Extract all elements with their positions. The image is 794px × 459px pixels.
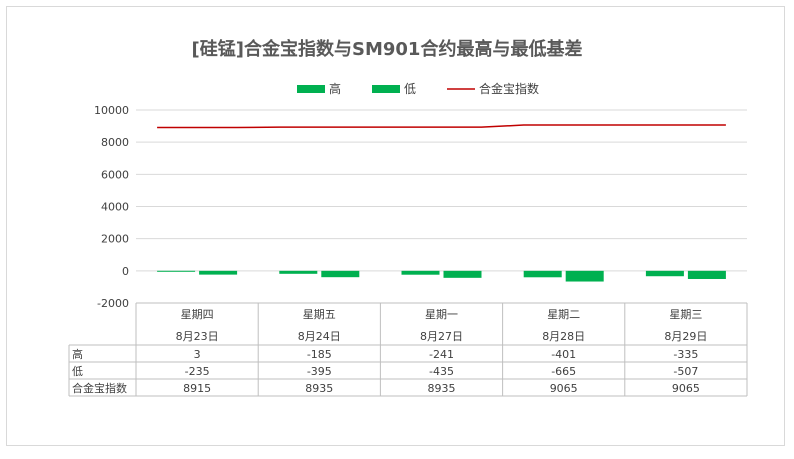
index-line	[157, 124, 726, 129]
x-tick-weekday: 星期一	[425, 308, 458, 321]
y-tick-label: 10000	[94, 104, 129, 117]
bar-low-4	[565, 270, 604, 282]
x-tick-date: 8月24日	[298, 330, 341, 343]
bar-low-3	[443, 270, 482, 278]
data-label: 8915	[183, 382, 211, 395]
y-tick-label: 4000	[101, 201, 129, 214]
x-tick-date: 8月28日	[542, 330, 585, 343]
table-row-label: 合金宝指数	[72, 381, 127, 395]
gridlines	[136, 109, 747, 272]
chart-svg: [硅锰]合金宝指数与SM901合约最高与最低基差 高低合金宝指数 1000080…	[68, 38, 748, 397]
table-row-label: 高	[72, 347, 83, 361]
x-tick-date: 8月29日	[664, 330, 707, 343]
legend-label-1: 高	[329, 81, 341, 96]
data-label: 8935	[428, 382, 456, 395]
data-label: 9065	[672, 382, 700, 395]
bar-low-2	[321, 270, 360, 278]
x-tick-date: 8月27日	[420, 330, 463, 343]
bar-high-5	[645, 270, 684, 277]
chart-title: [硅锰]合金宝指数与SM901合约最高与最低基差	[192, 38, 583, 60]
data-label: -435	[429, 365, 454, 378]
data-label: 8935	[305, 382, 333, 395]
bar-high-2	[279, 270, 318, 274]
bar-low-1	[199, 270, 238, 275]
bar-high-1	[157, 270, 196, 272]
x-tick-weekday: 星期三	[669, 308, 702, 321]
bars	[157, 270, 726, 282]
data-label: 3	[194, 348, 201, 361]
legend-swatch-1	[297, 85, 325, 93]
legend-swatch-2	[372, 85, 400, 93]
data-label: -507	[673, 365, 698, 378]
data-label: -185	[307, 348, 332, 361]
data-label: 9065	[550, 382, 578, 395]
data-label: -335	[673, 348, 698, 361]
data-label: -235	[185, 365, 210, 378]
y-tick-label: -2000	[97, 297, 129, 310]
y-axis-ticks: 10000 8000 6000 4000 2000 0 -2000	[94, 104, 129, 310]
data-label: -395	[307, 365, 332, 378]
y-tick-label: 8000	[101, 136, 129, 149]
bar-high-4	[523, 270, 562, 278]
data-table: 星期四 8月23日 星期五 8月24日 星期一 8月27日 星期二 8月28日 星期三 8月29日…	[68, 302, 748, 397]
x-tick-date: 8月23日	[176, 330, 219, 343]
legend-label-3: 合金宝指数	[479, 81, 539, 96]
x-tick-weekday: 星期五	[303, 308, 336, 321]
legend: 高 低 合金宝指数	[297, 81, 539, 96]
legend-label-2: 低	[404, 82, 416, 96]
y-tick-label: 2000	[101, 233, 129, 246]
table-row-label: 低	[72, 365, 83, 378]
bar-low-5	[687, 270, 726, 279]
x-tick-weekday: 星期二	[547, 308, 580, 321]
y-tick-label: 0	[122, 265, 129, 278]
data-label: -401	[551, 348, 576, 361]
x-tick-weekday: 星期四	[181, 308, 214, 321]
chart-frame: [硅锰]合金宝指数与SM901合约最高与最低基差 高低合金宝指数 10000 80…	[6, 6, 785, 446]
data-label: -241	[429, 348, 454, 361]
data-label: -665	[551, 365, 576, 378]
y-tick-label: 6000	[101, 168, 129, 181]
index-line-path	[157, 124, 726, 129]
bar-high-3	[401, 270, 440, 275]
